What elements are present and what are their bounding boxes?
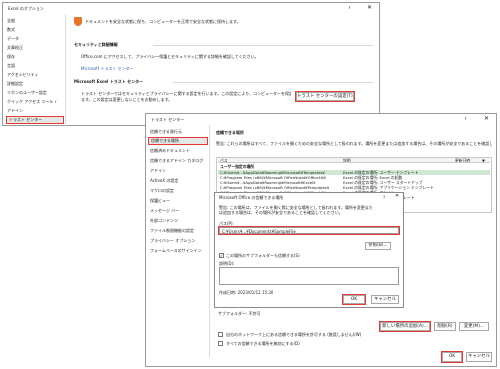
sidebar-item-data[interactable]: データ <box>5 36 57 42</box>
sidebar-item-trusted-locations[interactable]: 信頼できる場所 <box>148 137 208 145</box>
description-field[interactable] <box>219 267 399 285</box>
sidebar-item-trusted-documents[interactable]: 信頼済みドキュメント <box>148 148 208 154</box>
close-icon[interactable]: ✕ <box>367 5 372 10</box>
trust-sidebar: 信頼できる発行元 信頼できる場所 信頼済みドキュメント 信頼できるアドイン カタ… <box>146 125 210 357</box>
sidebar-item-macro-settings[interactable]: マクロの設定 <box>148 188 208 194</box>
trust-center-settings-button[interactable]: トラスト センターの設定(T)... <box>295 91 355 102</box>
dialog-warning-2: は追加する場合は、その場所が安全であることを確認してください。 <box>219 210 343 215</box>
chevron-down-icon[interactable]: ▼ <box>482 158 485 162</box>
divider <box>173 82 373 83</box>
allow-network-locations-checkbox[interactable] <box>218 332 223 337</box>
close-icon[interactable]: ✕ <box>395 194 399 199</box>
sidebar-item-language[interactable]: 言語 <box>5 63 57 69</box>
sidebar-item-save[interactable]: 保存 <box>5 54 57 60</box>
disable-all-locations-label: すべての信頼できる場所を無効にする(D) <box>226 341 300 346</box>
window-title: Excel のオプション <box>8 6 44 11</box>
sidebar-item-addins[interactable]: アドイン <box>5 108 57 114</box>
section-label: ユーザー指定の場所 <box>220 164 255 169</box>
sidebar-item-protected-view[interactable]: 保護ビュー <box>148 198 208 204</box>
sidebar-item-privacy-options[interactable]: プライバシー オプション <box>148 238 208 244</box>
sidebar-item-customize-ribbon[interactable]: リボンのユーザー設定 <box>5 90 57 96</box>
divider <box>153 45 373 46</box>
sidebar-item-proofing[interactable]: 文章校正 <box>5 45 57 51</box>
created-date-text: 作成日時: 2023/01/12 15:30 <box>219 290 274 295</box>
sidebar-item-activex[interactable]: ActiveX の設定 <box>148 178 208 184</box>
allow-network-locations-label: 自分のネットワーク上にある信頼できる場所を許可する (推奨しません)(W) <box>226 332 362 337</box>
options-sidebar: 全般 数式 データ 文章校正 保存 言語 アクセシビリティ 詳細設定 リボンのユ… <box>3 14 66 126</box>
privacy-text: Office.com にアクセスして、プライバシー保護とセキュリティに関する詳細… <box>81 54 259 59</box>
dialog-cancel-button[interactable]: キャンセル <box>371 295 399 304</box>
trust-center-heading: Microsoft Excel トラスト センター <box>74 79 144 84</box>
trust-center-text-2: ます。この設定は変更しないことをお勧めします。 <box>81 97 173 102</box>
subfolders-label: この場所のサブフォルダーも信頼する(S) <box>226 253 300 258</box>
sidebar-item-general[interactable]: 全般 <box>5 18 57 24</box>
disable-all-locations-checkbox[interactable] <box>218 341 223 346</box>
sidebar-item-message-bar[interactable]: メッセージ バー <box>148 208 208 214</box>
column-header-date: 更新日時 <box>455 158 471 163</box>
title-bar: トラスト センター ? ✕ <box>146 114 496 125</box>
sidebar-item-external-content[interactable]: 外部コンテンツ <box>148 218 208 224</box>
privacy-heading: セキュリティと詳細情報 <box>74 42 118 47</box>
remove-button[interactable]: 削除(R) <box>434 322 456 331</box>
column-header-path: パス <box>220 158 228 163</box>
sidebar-item-trusted-publishers[interactable]: 信頼できる発行元 <box>148 129 208 135</box>
excel-options-window: Excel のオプション ? ✕ 全般 数式 データ 文章校正 保存 言語 アク… <box>2 2 380 126</box>
dialog-ok-button[interactable]: OK <box>342 294 366 305</box>
sidebar-item-addins[interactable]: アドイン <box>148 168 208 174</box>
help-icon[interactable]: ? <box>464 117 467 122</box>
sidebar-item-form-signin[interactable]: フォームベースのサインイン <box>148 248 208 254</box>
help-icon[interactable]: ? <box>348 6 351 11</box>
sidebar-item-file-block[interactable]: ファイル制限機能の設定 <box>148 228 208 234</box>
modify-button[interactable]: 変更(M)... <box>459 322 489 331</box>
path-value: C:¥Users¥...¥Documents¥SampleFile <box>222 229 296 234</box>
sidebar-item-accessibility[interactable]: アクセシビリティ <box>5 72 57 78</box>
trusted-location-dialog: Microsoft Office の信頼できる場所 ? ✕ 警告: この場所は、… <box>214 192 404 308</box>
title-bar: Excel のオプション ? ✕ <box>3 3 379 14</box>
screenshot-stage: Excel のオプション ? ✕ 全般 数式 データ 文章校正 保存 言語 アク… <box>0 0 500 369</box>
trusted-locations-heading: 信頼できる場所 <box>216 130 244 135</box>
column-header-description: 説明 <box>343 158 351 163</box>
window-title: トラスト センター <box>151 117 185 122</box>
path-field[interactable]: C:¥Users¥...¥Documents¥SampleFile <box>218 226 400 235</box>
sidebar-item-advanced[interactable]: 詳細設定 <box>5 81 57 87</box>
sidebar-item-addin-catalogs[interactable]: 信頼できるアドイン カタログ <box>148 158 208 164</box>
ok-button[interactable]: OK <box>441 351 463 363</box>
sidebar-item-trust-center[interactable]: トラスト センター <box>6 116 64 124</box>
dialog-title: Microsoft Office の信頼できる場所 <box>219 195 284 200</box>
add-new-location-button[interactable]: 新しい場所の追加(A)... <box>379 321 431 332</box>
sidebar-item-quick-access[interactable]: クイック アクセス ツール バー <box>5 99 57 105</box>
warning-text-1: 警告: これらの場所はすべて、ファイルを開くための安全な場所として扱われます。場… <box>216 141 492 146</box>
cancel-button[interactable]: キャンセル <box>466 352 492 362</box>
privacy-link[interactable]: Microsoft トラスト センター <box>81 66 134 71</box>
browse-button[interactable]: 参照(B)... <box>365 242 391 250</box>
close-icon[interactable]: ✕ <box>484 116 489 121</box>
shield-icon <box>74 17 82 26</box>
help-icon[interactable]: ? <box>383 195 385 200</box>
subfolders-checkbox[interactable]: ✓ <box>219 253 224 258</box>
trust-intro-text: ドキュメントを安全な状態に保ち、コンピューターを正常で安全な状態に保持します。 <box>85 19 241 24</box>
description-label: 説明(D): <box>219 261 235 266</box>
sidebar-item-formulas[interactable]: 数式 <box>5 27 57 33</box>
path-label: パス(P): <box>219 221 234 226</box>
trust-center-text-1: トラスト センターではセキュリティとプライバシーに関する設定を行います。この設定… <box>81 91 291 96</box>
table-header: パス 説明 更新日時 ▼ <box>218 158 490 163</box>
detail-subfolders-label: サブフォルダー: 不許可 <box>218 311 261 316</box>
